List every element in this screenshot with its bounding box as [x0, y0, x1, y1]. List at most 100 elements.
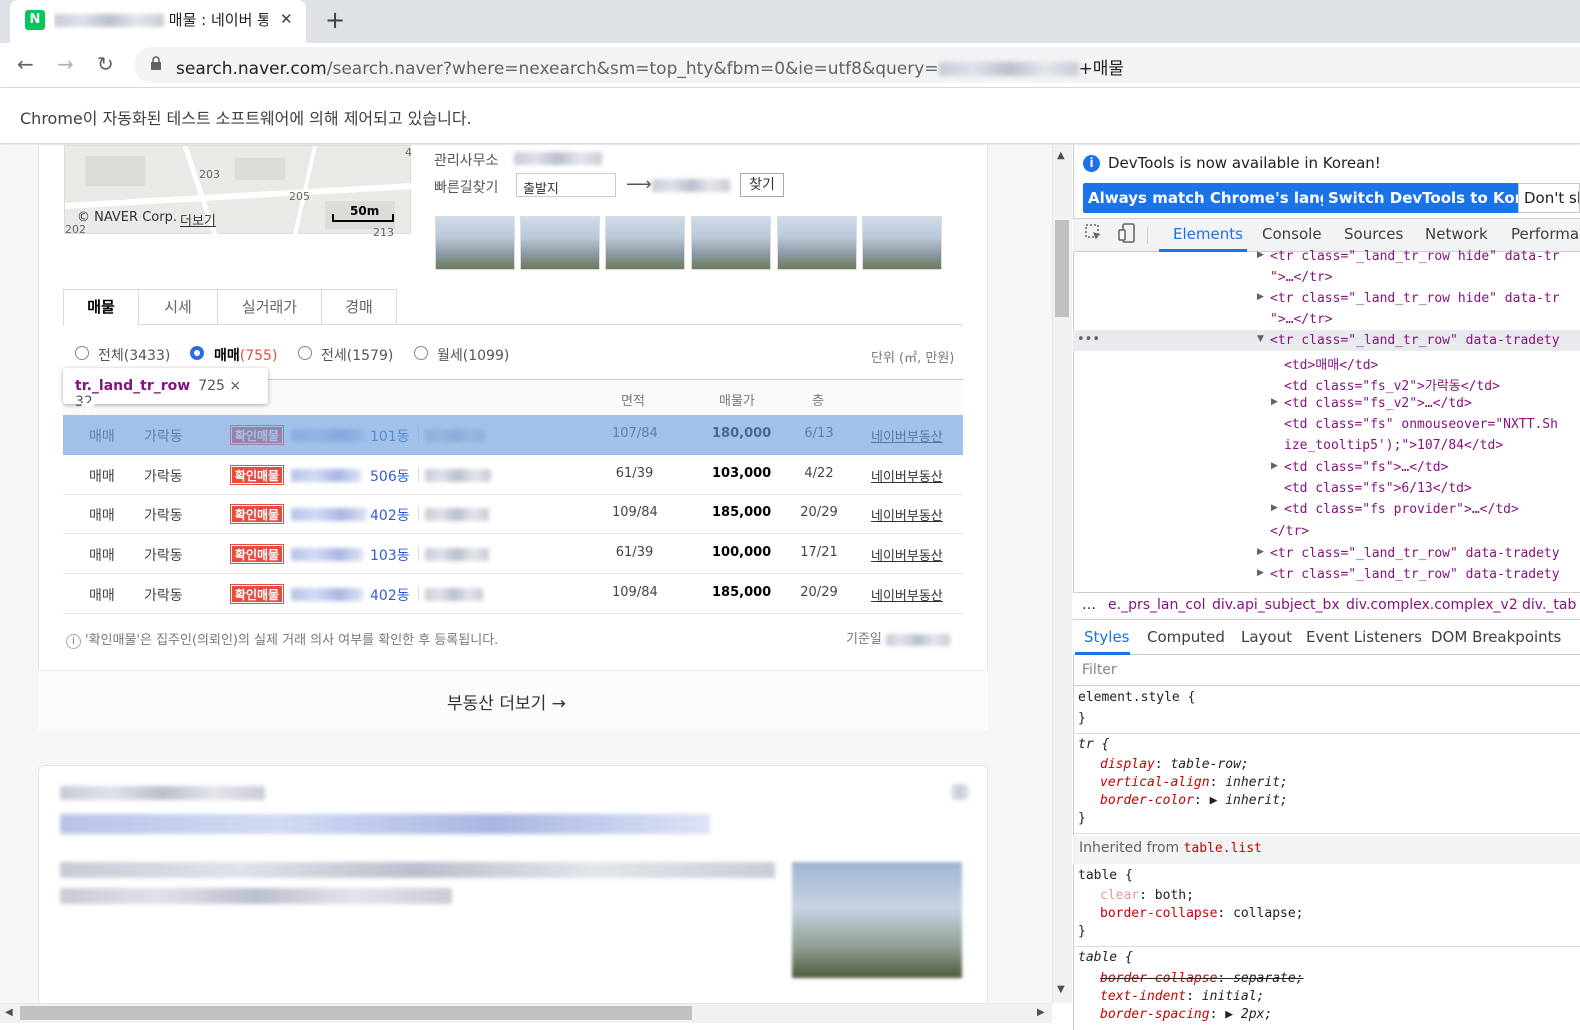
css-property[interactable]: border-spacing: ▶ 2px;: [1100, 1007, 1272, 1022]
complex-photo[interactable]: [520, 216, 600, 270]
breadcrumb-item[interactable]: e._prs_lan_col: [1108, 597, 1206, 613]
reload-icon[interactable]: ↻: [97, 52, 114, 76]
filter-jeonse-label[interactable]: 전세(1579): [321, 345, 393, 365]
back-icon[interactable]: ←: [17, 52, 34, 76]
expand-triangle-icon[interactable]: ▶: [1271, 503, 1278, 513]
tab-sources[interactable]: Sources: [1344, 225, 1403, 243]
css-property[interactable]: border-collapse: collapse;: [1100, 906, 1304, 921]
breadcrumb-item[interactable]: div.complex.complex_v2: [1346, 597, 1518, 613]
expand-triangle-icon[interactable]: ▶: [1257, 250, 1264, 260]
building-dong-link[interactable]: 506동: [370, 466, 410, 486]
dom-node-line[interactable]: <td class="fs">6/13</td>: [1284, 481, 1580, 496]
scroll-left-icon[interactable]: ◀: [5, 1007, 13, 1018]
dom-node-line[interactable]: <tr class="_land_tr_row hide" data-tr: [1270, 249, 1580, 264]
complex-photo[interactable]: [691, 216, 771, 270]
building-dong-link[interactable]: 402동: [370, 505, 410, 525]
tab-elements[interactable]: Elements: [1173, 225, 1243, 243]
css-property[interactable]: vertical-align: inherit;: [1100, 775, 1288, 790]
tab-auction[interactable]: 경매: [321, 289, 397, 325]
dom-node-line[interactable]: <tr class="_land_tr_row" data-tradety: [1270, 567, 1580, 582]
styles-filter-input[interactable]: [1073, 656, 1580, 686]
dom-node-line[interactable]: <td class="fs_v2">…</td>: [1284, 396, 1580, 411]
map-more-link[interactable]: 더보기: [180, 210, 216, 229]
building-dong-link[interactable]: 402동: [370, 585, 410, 605]
device-toolbar-icon[interactable]: [1117, 223, 1137, 243]
inspect-element-icon[interactable]: [1085, 224, 1103, 242]
css-property[interactable]: border-color: ▶ inherit;: [1100, 793, 1288, 808]
scroll-down-icon[interactable]: ▼: [1057, 984, 1065, 995]
scroll-up-icon[interactable]: ▲: [1057, 150, 1065, 161]
new-tab-icon[interactable]: +: [325, 6, 345, 34]
css-property[interactable]: clear: both;: [1100, 888, 1194, 903]
node-menu-icon[interactable]: •••: [1077, 332, 1100, 347]
subtab-layout[interactable]: Layout: [1241, 628, 1292, 646]
filter-sale-radio[interactable]: [190, 346, 204, 360]
vertical-scroll-thumb[interactable]: [1055, 220, 1069, 317]
filter-all-radio[interactable]: [75, 346, 89, 360]
dom-node-line[interactable]: <tr class="_land_tr_row hide" data-tr: [1270, 291, 1580, 306]
expand-triangle-icon[interactable]: ▶: [1257, 568, 1264, 578]
tab-real-transactions[interactable]: 실거래가: [217, 289, 322, 325]
tab-network[interactable]: Network: [1425, 225, 1488, 243]
complex-photo[interactable]: [777, 216, 857, 270]
blog-thumbnail[interactable]: [792, 862, 962, 978]
subtab-computed[interactable]: Computed: [1147, 628, 1225, 646]
naver-realty-link[interactable]: 네이버부동산: [871, 545, 943, 564]
dom-node-line[interactable]: <tr class="_land_tr_row" data-tradety: [1270, 333, 1580, 348]
css-property[interactable]: display: table-row;: [1100, 757, 1249, 772]
dom-node-line[interactable]: ize_tooltip5');">107/84</td>: [1284, 438, 1580, 453]
dom-node-line[interactable]: <td class="fs_v2">가락동</td>: [1284, 375, 1580, 394]
naver-realty-link[interactable]: 네이버부동산: [871, 466, 943, 485]
dom-node-line[interactable]: <tr class="_land_tr_row" data-tradety: [1270, 546, 1580, 561]
subtab-styles[interactable]: Styles: [1084, 628, 1130, 646]
tab-performance[interactable]: Performance: [1511, 225, 1580, 243]
more-realestate-button[interactable]: 부동산 더보기 →: [447, 689, 566, 714]
dom-node-line[interactable]: ">…</tr>: [1270, 312, 1580, 327]
expand-triangle-icon[interactable]: ▼: [1257, 334, 1264, 344]
complex-photo[interactable]: [605, 216, 685, 270]
dom-node-line[interactable]: ">…</tr>: [1270, 270, 1580, 285]
complex-name-redacted[interactable]: [291, 469, 361, 482]
filter-jeonse-radio[interactable]: [298, 346, 312, 360]
naver-realty-link[interactable]: 네이버부동산: [871, 505, 943, 524]
subtab-event-listeners[interactable]: Event Listeners: [1306, 628, 1422, 646]
forward-icon[interactable]: →: [57, 52, 74, 76]
route-origin-input[interactable]: 출발지: [516, 173, 616, 197]
subtab-dom-breakpoints[interactable]: DOM Breakpoints: [1431, 628, 1561, 646]
tab-close-icon[interactable]: ✕: [280, 10, 293, 28]
filter-all-label[interactable]: 전체(3433): [98, 345, 170, 365]
expand-triangle-icon[interactable]: ▶: [1257, 547, 1264, 557]
tab-console[interactable]: Console: [1262, 225, 1322, 243]
dom-node-line[interactable]: </tr>: [1270, 524, 1580, 539]
complex-name-redacted[interactable]: [291, 588, 363, 601]
dom-node-line[interactable]: <td class="fs provider">…</td>: [1284, 502, 1580, 517]
breadcrumb-item[interactable]: div.api_subject_bx: [1212, 597, 1340, 613]
dom-node-line[interactable]: <td>매매</td>: [1284, 354, 1580, 373]
expand-triangle-icon[interactable]: ▶: [1271, 461, 1278, 471]
filter-sale-label[interactable]: 매매(755): [214, 345, 277, 365]
expand-triangle-icon[interactable]: ▶: [1257, 292, 1264, 302]
breadcrumb-more[interactable]: …: [1082, 597, 1096, 613]
complex-photo[interactable]: [862, 216, 942, 270]
blog-title-redacted[interactable]: [60, 814, 710, 834]
horizontal-scroll-thumb[interactable]: [20, 1006, 692, 1020]
tab-listings[interactable]: 매물: [63, 289, 139, 326]
url-text[interactable]: search.naver.com/search.naver?where=nexe…: [176, 54, 1124, 79]
filter-monthly-radio[interactable]: [414, 346, 428, 360]
dom-node-line[interactable]: <td class="fs">…</td>: [1284, 460, 1580, 475]
complex-name-redacted[interactable]: [291, 508, 367, 521]
scroll-right-icon[interactable]: ▶: [1037, 1007, 1045, 1018]
find-route-button[interactable]: 찾기: [740, 173, 784, 197]
complex-photo[interactable]: [435, 216, 515, 270]
tab-market-price[interactable]: 시세: [138, 289, 218, 325]
naver-realty-link[interactable]: 네이버부동산: [871, 585, 943, 604]
css-property[interactable]: border-collapse: separate;: [1100, 971, 1304, 986]
dom-node-line[interactable]: <td class="fs" onmouseover="NXTT.Sh: [1284, 417, 1580, 432]
building-dong-link[interactable]: 103동: [370, 545, 410, 565]
complex-name-redacted[interactable]: [291, 548, 363, 561]
filter-monthly-label[interactable]: 월세(1099): [437, 345, 509, 365]
dont-show-again-button[interactable]: Don't show again: [1518, 183, 1580, 213]
expand-triangle-icon[interactable]: ▶: [1271, 397, 1278, 407]
css-property[interactable]: text-indent: initial;: [1100, 989, 1264, 1004]
breadcrumb-item[interactable]: div._tab: [1522, 597, 1580, 613]
